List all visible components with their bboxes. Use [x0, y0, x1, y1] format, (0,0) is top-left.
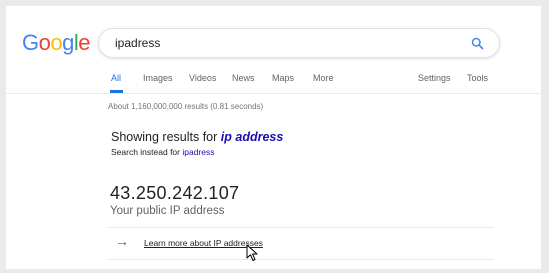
window-frame-bottom	[0, 269, 549, 273]
tab-videos[interactable]: Videos	[189, 73, 216, 83]
spelling-correction: Showing results for ip address	[111, 130, 283, 144]
tab-settings[interactable]: Settings	[418, 73, 451, 83]
search-icon[interactable]	[470, 36, 485, 51]
ip-address-value: 43.250.242.107	[110, 183, 240, 203]
search-box[interactable]: ipadress	[98, 28, 500, 58]
tab-all[interactable]: All	[111, 73, 121, 83]
tab-maps[interactable]: Maps	[272, 73, 294, 83]
arrow-right-icon: →	[115, 233, 129, 249]
window-frame-left	[0, 0, 6, 273]
card-divider	[108, 227, 494, 228]
window-frame-right	[541, 0, 549, 273]
search-tabs: All Images Videos News Maps More Setting…	[108, 73, 508, 89]
ip-address-caption: Your public IP address	[110, 205, 225, 217]
google-logo[interactable]: Google	[22, 30, 91, 55]
search-instead: Search instead for ipadress	[111, 147, 215, 157]
logo-letter-3: o	[50, 30, 63, 55]
logo-letter-1: G	[22, 30, 39, 55]
search-input[interactable]: ipadress	[115, 36, 160, 50]
original-query-link[interactable]: ipadress	[182, 147, 214, 157]
instead-prefix: Search instead for	[111, 147, 183, 157]
tab-news[interactable]: News	[232, 73, 255, 83]
tab-images[interactable]: Images	[143, 73, 173, 83]
logo-letter-4: g	[62, 30, 74, 55]
tab-tools[interactable]: Tools	[467, 73, 488, 83]
card-divider-bottom	[108, 259, 494, 260]
header-divider	[6, 93, 541, 94]
showing-prefix: Showing results for	[111, 130, 221, 144]
result-stats: About 1,160,000,000 results (0.81 second…	[108, 102, 264, 111]
logo-letter-2: o	[38, 30, 51, 55]
corrected-query-link[interactable]: ip address	[221, 130, 284, 144]
tab-more[interactable]: More	[313, 73, 334, 83]
mouse-pointer-icon	[246, 244, 258, 261]
logo-letter-6: e	[78, 30, 91, 55]
window-frame-top	[0, 0, 549, 6]
